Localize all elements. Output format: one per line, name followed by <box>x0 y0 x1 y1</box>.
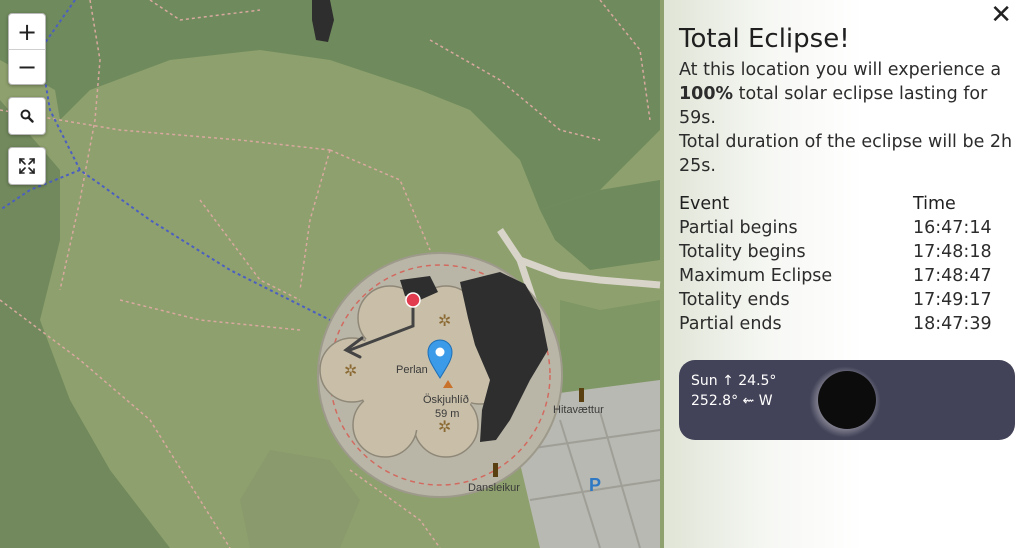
eclipse-percent: 100% <box>679 84 734 104</box>
zoom-out-button[interactable]: − <box>9 49 45 84</box>
panel-title: Total Eclipse! <box>679 24 850 54</box>
event-name: Totality begins <box>679 242 806 262</box>
fullscreen-button[interactable] <box>8 147 46 185</box>
description-line3: Total duration of the eclipse will be 2h… <box>679 132 1013 176</box>
svg-text:✲: ✲ <box>438 311 451 330</box>
event-time: 17:48:47 <box>913 266 992 286</box>
eclipse-events-table: Event Time Partial begins 16:47:14 Total… <box>679 192 1009 336</box>
sun-direction-pin <box>405 292 421 308</box>
description-line1: At this location you will experience a <box>679 60 1002 80</box>
map-label-hitavaettur: Hitavættur <box>553 404 604 416</box>
table-row: Totality begins 17:48:18 <box>679 240 1009 264</box>
zoom-control: + − <box>8 13 46 85</box>
event-name: Partial ends <box>679 314 782 334</box>
table-row: Totality ends 17:49:17 <box>679 288 1009 312</box>
event-time: 17:48:18 <box>913 242 992 262</box>
header-time: Time <box>913 194 956 214</box>
eclipse-description: At this location you will experience a 1… <box>679 58 1019 178</box>
search-button[interactable] <box>8 97 46 135</box>
event-time: 16:47:14 <box>913 218 992 238</box>
map-label-perlan: Perlan <box>396 364 428 376</box>
svg-text:✲: ✲ <box>344 361 357 380</box>
header-event: Event <box>679 194 730 214</box>
map-label-oskjuhlid: Öskjuhlíð <box>423 394 469 406</box>
event-name: Totality ends <box>679 290 790 310</box>
eclipse-moon-icon <box>818 371 876 429</box>
event-time: 18:47:39 <box>913 314 992 334</box>
sun-azimuth: 252.8° ⇜ W <box>691 393 773 409</box>
sun-position-card: Sun ↑ 24.5° 252.8° ⇜ W <box>679 360 1015 440</box>
event-time: 17:49:17 <box>913 290 992 310</box>
parking-icon: P <box>589 475 602 495</box>
table-row: Maximum Eclipse 17:48:47 <box>679 264 1009 288</box>
zoom-in-button[interactable]: + <box>9 14 45 50</box>
event-name: Maximum Eclipse <box>679 266 833 286</box>
table-row: Partial begins 16:47:14 <box>679 216 1009 240</box>
eclipse-info-panel: ✕ Total Eclipse! At this location you wi… <box>664 0 1024 548</box>
event-name: Partial begins <box>679 218 798 238</box>
map-label-elevation: 59 m <box>435 408 460 420</box>
close-button[interactable]: ✕ <box>990 2 1012 28</box>
table-header-row: Event Time <box>679 192 1009 216</box>
fullscreen-icon <box>19 158 35 174</box>
sun-altitude: Sun ↑ 24.5° <box>691 373 777 389</box>
table-row: Partial ends 18:47:39 <box>679 312 1009 336</box>
search-icon <box>20 109 34 123</box>
map-label-dansleikur: Dansleikur <box>468 482 520 494</box>
